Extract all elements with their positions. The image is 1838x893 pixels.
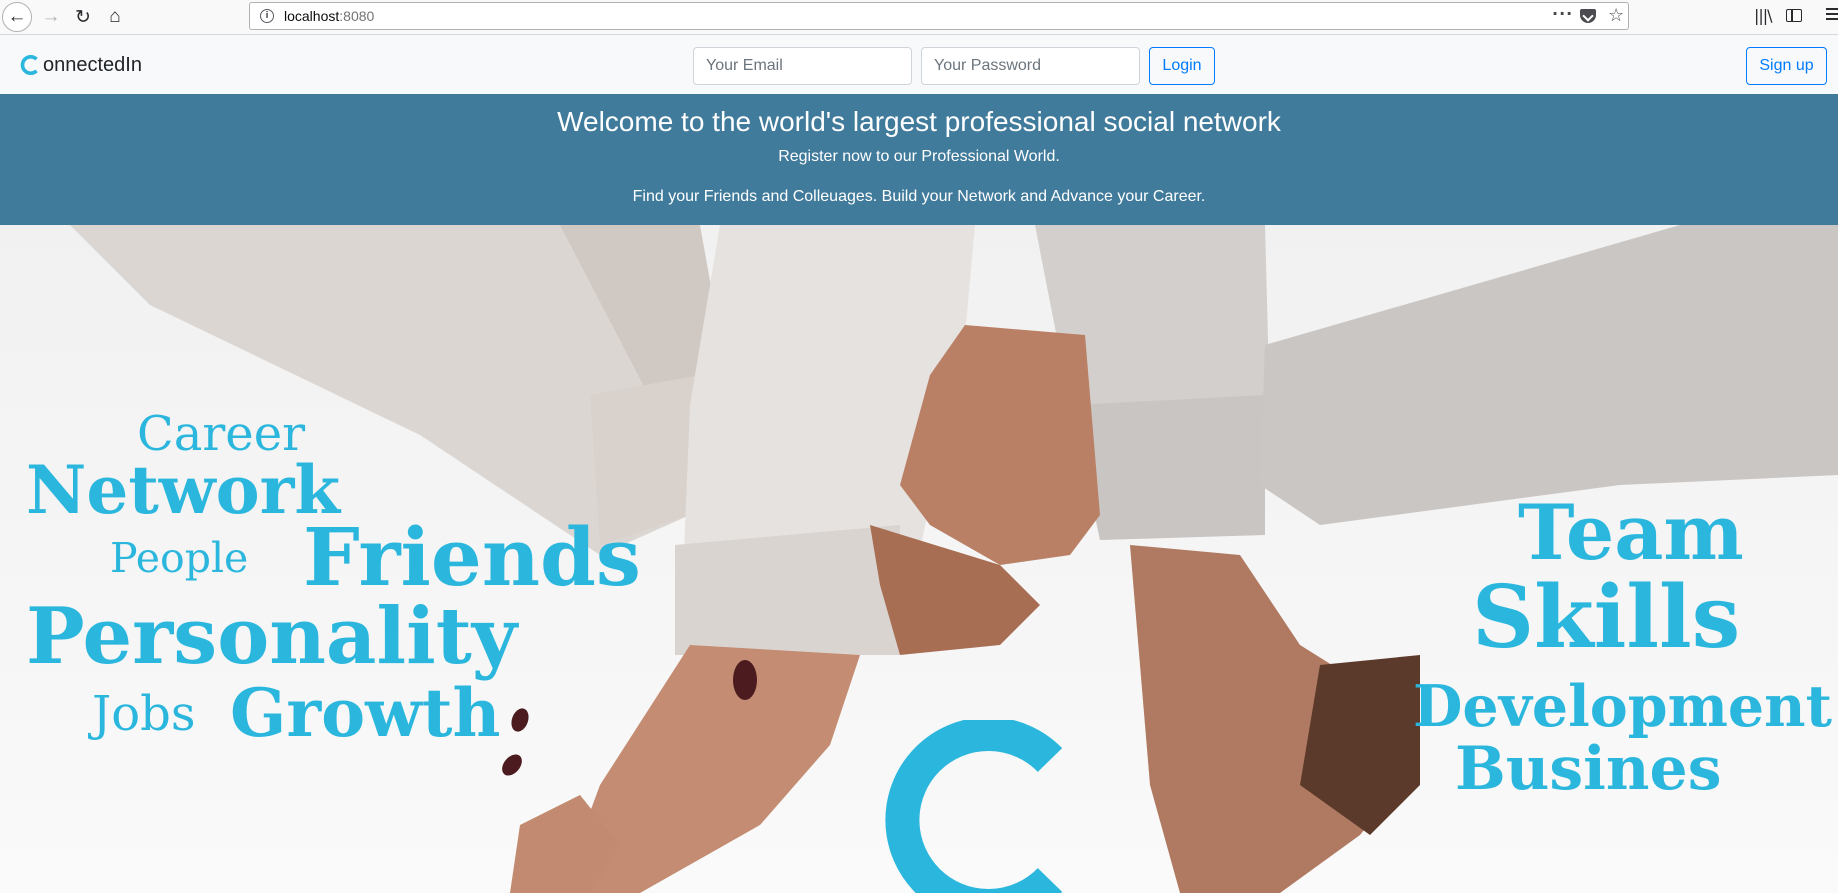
pocket-icon[interactable] bbox=[1580, 9, 1596, 23]
forward-arrow-icon[interactable]: → bbox=[36, 3, 66, 31]
hero-c-logo-icon bbox=[885, 720, 1063, 893]
password-input[interactable] bbox=[921, 47, 1140, 85]
hamburger-menu-icon[interactable] bbox=[1826, 8, 1838, 23]
word-growth: Growth bbox=[230, 674, 501, 752]
browser-toolbar: ← → ↻ ⌂ i localhost:8080 ··· ☆ |||\ bbox=[0, 0, 1838, 35]
brand-link[interactable]: onnectedIn bbox=[18, 53, 142, 77]
signup-button[interactable]: Sign up bbox=[1746, 47, 1827, 85]
sidebar-icon[interactable] bbox=[1786, 9, 1802, 22]
word-jobs: Jobs bbox=[92, 686, 196, 742]
site-info-icon[interactable]: i bbox=[260, 9, 274, 23]
banner-line-register: Register now to our Professional World. bbox=[778, 148, 1060, 165]
brand-c-logo-icon bbox=[20, 55, 38, 75]
address-bar[interactable]: i localhost:8080 ··· ☆ bbox=[249, 2, 1629, 30]
banner-line-find: Find your Friends and Colleuages. Build … bbox=[632, 188, 1206, 205]
url-host: localhost bbox=[284, 8, 340, 24]
library-icon[interactable]: |||\ bbox=[1754, 6, 1773, 25]
home-icon[interactable]: ⌂ bbox=[100, 3, 130, 31]
word-team: Team bbox=[1518, 488, 1744, 577]
bookmark-star-icon[interactable]: ☆ bbox=[1608, 5, 1624, 26]
word-development: Development bbox=[1413, 673, 1832, 740]
welcome-banner: Welcome to the world's largest professio… bbox=[0, 94, 1838, 225]
word-personality: Personality bbox=[26, 591, 518, 682]
word-skills: Skills bbox=[1472, 567, 1741, 668]
back-arrow-icon[interactable]: ← bbox=[2, 2, 32, 32]
login-button[interactable]: Login bbox=[1149, 47, 1215, 85]
address-bar-url[interactable]: localhost:8080 bbox=[284, 8, 374, 24]
site-navbar: onnectedIn Login Sign up bbox=[0, 35, 1838, 94]
page-actions-icon[interactable]: ··· bbox=[1552, 4, 1573, 23]
banner-heading: Welcome to the world's largest professio… bbox=[557, 106, 1281, 137]
word-people: People bbox=[110, 534, 249, 582]
brand-name: onnectedIn bbox=[43, 54, 142, 76]
url-port: :8080 bbox=[339, 8, 375, 24]
word-network: Network bbox=[26, 451, 341, 529]
word-partial: Busines bbox=[1455, 734, 1722, 804]
word-friends: Friends bbox=[303, 510, 641, 604]
hero-image: Career Network People Friends Personalit… bbox=[0, 225, 1838, 893]
reload-icon[interactable]: ↻ bbox=[68, 3, 98, 31]
email-input[interactable] bbox=[693, 47, 912, 85]
